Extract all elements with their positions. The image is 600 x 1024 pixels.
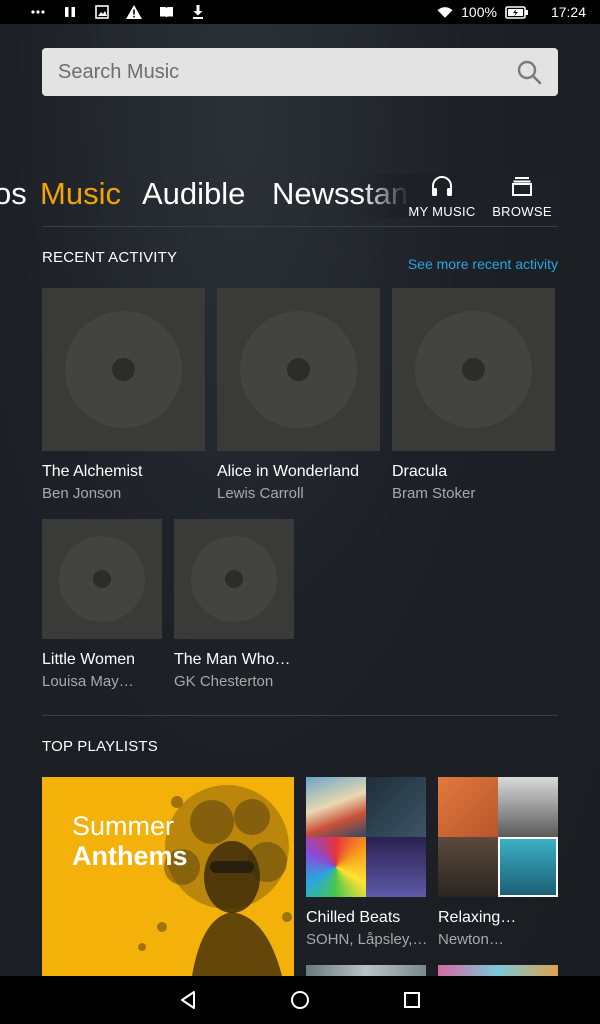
item-title: Alice in Wonderland (217, 463, 360, 480)
album-placeholder (217, 288, 380, 451)
item-author: Louisa May… (42, 673, 134, 690)
tab-partial[interactable]: os (0, 176, 27, 212)
browse-label: BROWSE (492, 204, 552, 219)
album-placeholder (174, 519, 294, 639)
see-more-link[interactable]: See more recent activity (408, 256, 558, 272)
playlist-item-partial[interactable] (438, 965, 558, 976)
disc-hole (93, 570, 111, 588)
divider (42, 715, 558, 716)
image-icon (94, 4, 110, 20)
album-art (438, 777, 498, 837)
recent-item[interactable]: Dracula Bram Stoker (392, 288, 555, 502)
album-art (366, 837, 426, 897)
pause-icon (62, 4, 78, 20)
item-author: Lewis Carroll (217, 485, 304, 502)
disc-hole (462, 358, 485, 381)
home-icon[interactable] (289, 989, 311, 1011)
download-icon (190, 4, 206, 20)
top-playlists-title: TOP PLAYLISTS (42, 738, 158, 755)
browse-icon (512, 177, 532, 196)
status-bar: 100% 17:24 (0, 0, 600, 24)
tab-audible[interactable]: Audible (142, 176, 245, 212)
item-title: The Alchemist (42, 463, 143, 480)
playlist-artists: Newton… (438, 931, 504, 948)
search-input[interactable]: Search Music (42, 48, 558, 96)
more-dots-icon (30, 4, 46, 20)
featured-line1: Summer (72, 811, 175, 841)
warning-icon (126, 4, 142, 20)
album-art (306, 777, 366, 837)
playlist-artists: SOHN, Låpsley,… (306, 931, 426, 948)
item-title: Dracula (392, 463, 448, 480)
album-art (366, 777, 426, 837)
disc-hole (287, 358, 310, 381)
playlist-item[interactable]: Relaxing… Newton… (438, 777, 558, 948)
item-author: Ben Jonson (42, 485, 122, 502)
album-art (498, 837, 558, 897)
disc-hole (225, 570, 243, 588)
music-home: Search Music os Music Audible Newsstan M… (0, 24, 600, 976)
browse-button[interactable]: BROWSE (492, 174, 552, 219)
my-music-button[interactable]: MY MUSIC (408, 174, 476, 219)
search-icon[interactable] (516, 59, 542, 85)
recent-item[interactable]: The Alchemist Ben Jonson (42, 288, 205, 502)
playlist-collage (438, 777, 558, 897)
tab-fade (360, 174, 410, 218)
category-tabs: os Music Audible Newsstan MY MUSIC BROWS… (0, 174, 600, 219)
recent-item[interactable]: The Man Who… GK Chesterton (174, 519, 294, 690)
album-placeholder (42, 288, 205, 451)
album-art (438, 837, 498, 897)
playlist-title: Relaxing… (438, 909, 517, 926)
featured-line2: Anthems (72, 841, 188, 871)
playlist-collage (306, 777, 426, 897)
item-author: GK Chesterton (174, 673, 274, 690)
album-art (498, 777, 558, 837)
playlist-item-partial[interactable] (306, 965, 426, 976)
battery-percent: 100% (461, 4, 497, 20)
recent-item[interactable]: Little Women Louisa May… (42, 519, 162, 690)
recent-activity-title: RECENT ACTIVITY (42, 249, 178, 266)
recents-icon[interactable] (401, 989, 423, 1011)
album-placeholder (42, 519, 162, 639)
divider (42, 226, 558, 227)
featured-artwork (42, 777, 294, 976)
item-author: Bram Stoker (392, 485, 476, 502)
item-title: The Man Who… (174, 651, 291, 668)
clock: 17:24 (550, 4, 586, 20)
recent-item[interactable]: Alice in Wonderland Lewis Carroll (217, 288, 380, 502)
disc-hole (112, 358, 135, 381)
item-title: Little Women (42, 651, 136, 668)
headphones-icon (432, 176, 452, 196)
search-placeholder: Search Music (58, 60, 180, 83)
album-art (306, 837, 366, 897)
playlist-title: Chilled Beats (306, 909, 401, 926)
system-nav-bar (0, 976, 600, 1024)
battery-icon (505, 4, 529, 20)
featured-playlist[interactable]: Summer Anthems (42, 777, 294, 976)
playlist-item[interactable]: Chilled Beats SOHN, Låpsley,… (306, 777, 426, 948)
album-placeholder (392, 288, 555, 451)
back-icon[interactable] (177, 989, 199, 1011)
wifi-icon (437, 4, 453, 20)
book-icon (158, 4, 174, 20)
my-music-label: MY MUSIC (408, 204, 476, 219)
tab-music[interactable]: Music (40, 176, 121, 212)
